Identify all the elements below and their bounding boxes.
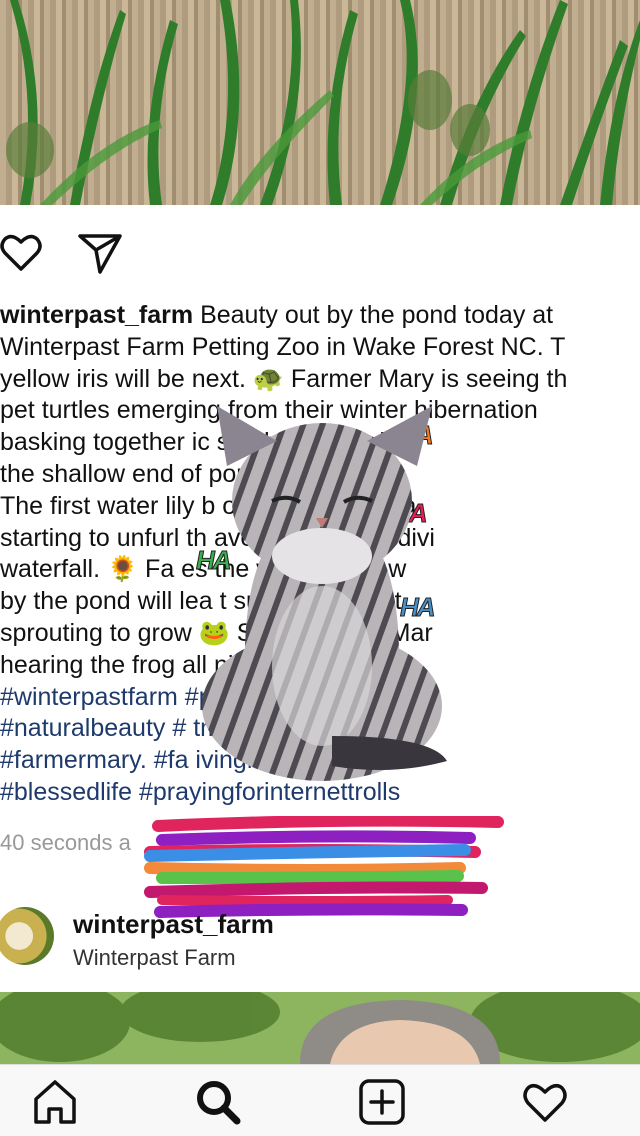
add-post-icon[interactable] <box>357 1077 407 1127</box>
post-actions <box>0 228 200 276</box>
avatar[interactable] <box>0 907 54 965</box>
caption-line: Winterpast Farm Petting Zoo in Wake Fore… <box>0 332 566 361</box>
caption-line: yellow iris will be next. 🐢 Farmer Mary … <box>0 364 568 393</box>
author-row[interactable]: winterpast_farm Winterpast Farm <box>0 905 640 975</box>
activity-heart-icon[interactable] <box>520 1077 570 1127</box>
home-icon[interactable] <box>30 1077 80 1127</box>
bottom-nav <box>0 1064 640 1136</box>
like-heart-icon[interactable] <box>0 228 45 276</box>
cat-sticker <box>192 406 454 784</box>
share-paper-plane-icon[interactable] <box>76 228 124 276</box>
author-username[interactable]: winterpast_farm <box>73 909 274 940</box>
post-image-top <box>0 0 640 205</box>
post-timestamp: 40 seconds a <box>0 830 131 855</box>
post-image-next[interactable] <box>0 992 640 1064</box>
search-icon[interactable] <box>193 1077 243 1127</box>
author-subtitle: Winterpast Farm <box>73 945 236 970</box>
caption-username[interactable]: winterpast_farm <box>0 301 193 329</box>
caption-line-1: winterpast_farm Beauty out by the pond t… <box>0 301 554 329</box>
